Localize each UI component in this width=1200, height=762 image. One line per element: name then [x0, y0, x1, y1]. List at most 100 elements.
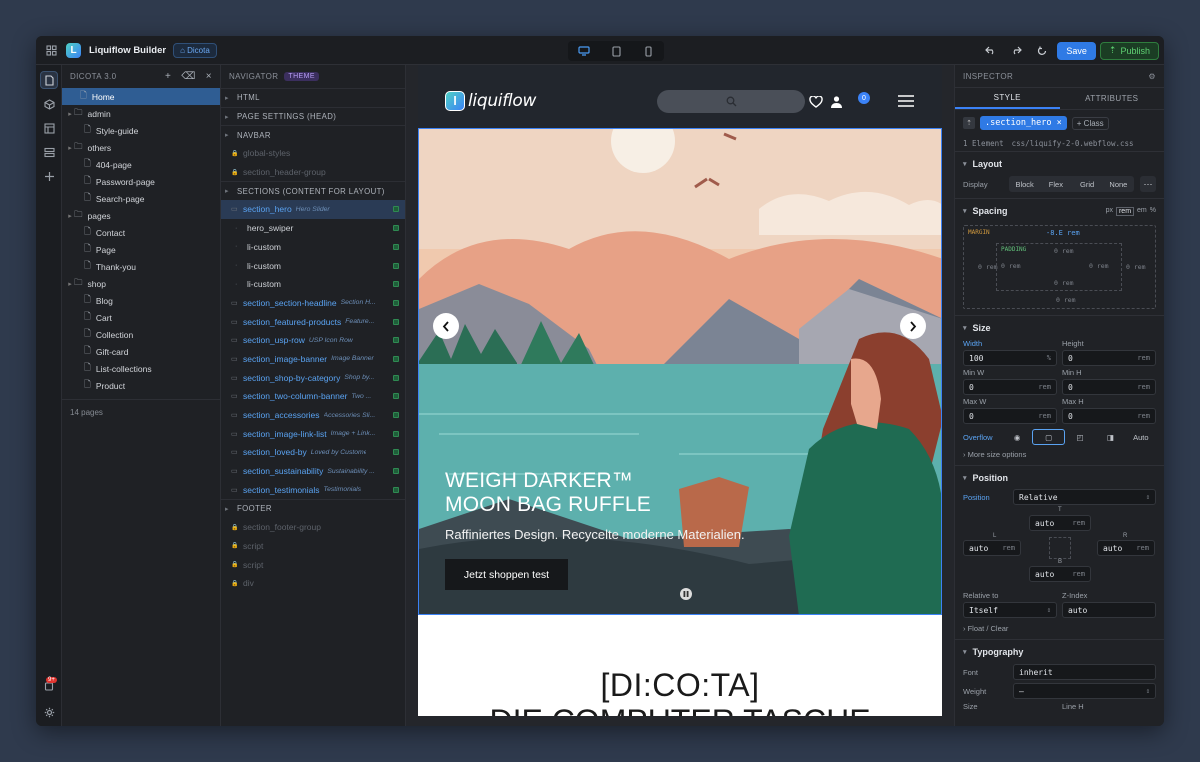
tree-dot-icon[interactable]: ·	[235, 243, 247, 250]
folder-item[interactable]: ▸ 🗀 pages	[62, 207, 220, 224]
typography-header[interactable]: ▾ Typography	[963, 644, 1156, 660]
offset-bottom-input[interactable]: auto rem	[1029, 566, 1091, 582]
hero-prev-button[interactable]	[433, 313, 459, 339]
navigator-row[interactable]: ▸ HTML	[221, 88, 405, 107]
navigator-row[interactable]: ▭ section_section-headline Section H...	[221, 294, 405, 313]
expand-caret-icon[interactable]: ▸	[66, 144, 74, 152]
overflow-visible-eye-icon[interactable]: ◉	[1002, 429, 1032, 445]
more-size-options-link[interactable]: › More size options	[963, 450, 1156, 459]
publish-button[interactable]: ⇡ Publish	[1099, 41, 1159, 60]
display-flex[interactable]: Flex	[1040, 176, 1071, 192]
lock-icon[interactable]: 🔒	[231, 561, 243, 568]
expand-caret-icon[interactable]: ▸	[225, 187, 237, 195]
collapse-icon[interactable]: ⌫	[181, 71, 196, 82]
navigator-row[interactable]: ▸ NAVBAR	[221, 125, 405, 144]
navigator-row[interactable]: · li-custom	[221, 256, 405, 275]
visibility-dot-icon[interactable]	[393, 412, 399, 419]
expand-caret-icon[interactable]: ▸	[225, 113, 237, 121]
visibility-dot-icon[interactable]	[393, 393, 399, 400]
navigator-row[interactable]: 🔒 section_header-group	[221, 163, 405, 182]
element-box-icon[interactable]: ▭	[231, 205, 243, 213]
mobile-view-icon[interactable]	[639, 44, 657, 58]
expand-caret-icon[interactable]: ▸	[225, 131, 237, 139]
navigator-row[interactable]: · li-custom	[221, 238, 405, 257]
offset-bottom-unit[interactable]: rem	[1072, 570, 1085, 578]
position-header[interactable]: ▾ Position	[963, 470, 1156, 486]
page-item[interactable]: 🗋 Blog	[62, 292, 220, 309]
z-index-input[interactable]: auto	[1062, 602, 1156, 618]
relative-to-select[interactable]: Itself ⇕	[963, 602, 1057, 618]
tree-dot-icon[interactable]: ·	[235, 225, 247, 232]
weight-select[interactable]: — ⇕	[1013, 683, 1156, 699]
max-height-unit[interactable]: rem	[1137, 412, 1150, 420]
navigator-row[interactable]: ▸ FOOTER	[221, 499, 405, 518]
margin-top-value[interactable]: -8.E rem	[1046, 229, 1080, 237]
element-box-icon[interactable]: ▭	[231, 486, 243, 494]
lock-icon[interactable]: 🔒	[231, 150, 243, 157]
spacing-header[interactable]: ▾ Spacing px rem em %	[963, 203, 1156, 219]
expand-caret-icon[interactable]: ▸	[225, 505, 237, 513]
visibility-dot-icon[interactable]	[393, 281, 399, 288]
offset-top-unit[interactable]: rem	[1072, 519, 1085, 527]
width-input[interactable]: 100%	[963, 350, 1057, 366]
navigator-row[interactable]: ▭ section_two-column-banner Two ...	[221, 387, 405, 406]
expand-caret-icon[interactable]: ▸	[66, 280, 74, 288]
unit-percent[interactable]: %	[1150, 207, 1156, 216]
overflow-hidden-icon[interactable]: ▢	[1032, 429, 1065, 445]
navigator-row[interactable]: 🔒 global-styles	[221, 144, 405, 163]
navigator-row[interactable]: · li-custom	[221, 275, 405, 294]
page-item[interactable]: 🗋 Thank-you	[62, 258, 220, 275]
page-item[interactable]: 🗋 Product	[62, 377, 220, 394]
tablet-view-icon[interactable]	[607, 44, 625, 58]
float-clear-link[interactable]: › Float / Clear	[963, 624, 1156, 633]
element-box-icon[interactable]: ▭	[231, 336, 243, 344]
page-item[interactable]: 🗋 Collection	[62, 326, 220, 343]
height-unit[interactable]: rem	[1137, 354, 1150, 362]
margin-right-value[interactable]: 0 rem	[1126, 263, 1146, 271]
site-logo[interactable]: l liquiflow	[445, 91, 536, 111]
parent-selector-icon[interactable]: ⇡	[963, 117, 975, 129]
slider-pause-icon[interactable]	[680, 588, 692, 600]
apps-grid-icon[interactable]	[38, 36, 64, 65]
unit-rem[interactable]: rem	[1115, 206, 1135, 216]
add-icon[interactable]	[40, 167, 58, 185]
folder-item[interactable]: ▸ 🗀 shop	[62, 275, 220, 292]
element-box-icon[interactable]: ▭	[231, 448, 243, 456]
min-height-input[interactable]: 0 rem	[1062, 379, 1156, 395]
element-box-icon[interactable]: ▭	[231, 299, 243, 307]
navigator-row[interactable]: ▸ SECTIONS (CONTENT FOR LAYOUT)	[221, 181, 405, 200]
padding-top-value[interactable]: 0 rem	[1054, 247, 1074, 255]
visibility-dot-icon[interactable]	[393, 243, 399, 250]
folder-item[interactable]: ▸ 🗀 admin	[62, 105, 220, 122]
close-icon[interactable]: ×	[206, 71, 212, 82]
hamburger-menu-icon[interactable]	[898, 95, 914, 107]
navigator-row[interactable]: ▸ PAGE SETTINGS (HEAD)	[221, 106, 405, 126]
navigator-row[interactable]: ▭ section_usp-row USP Icon Row	[221, 331, 405, 350]
min-width-unit[interactable]: rem	[1038, 383, 1051, 391]
visibility-dot-icon[interactable]	[393, 318, 399, 325]
lock-icon[interactable]: 🔒	[231, 580, 243, 587]
page-item[interactable]: 🗋 Home	[62, 88, 220, 105]
max-width-input[interactable]: 0 rem	[963, 408, 1057, 424]
hero-cta-button[interactable]: Jetzt shoppen test	[445, 559, 568, 590]
tab-attributes[interactable]: ATTRIBUTES	[1060, 88, 1165, 109]
navigator-row[interactable]: ▭ section_sustainability Sustainability ..…	[221, 462, 405, 481]
font-input[interactable]: inherit	[1013, 664, 1156, 680]
unit-em[interactable]: em	[1137, 207, 1147, 216]
navigator-row[interactable]: ▭ section_testimonials Testimonials	[221, 480, 405, 499]
navigator-row[interactable]: ▭ section_accessories Accessories Sli...	[221, 406, 405, 425]
inspector-settings-icon[interactable]: ⚙	[1148, 72, 1156, 81]
offset-right-input[interactable]: auto rem	[1097, 540, 1155, 556]
offset-left-unit[interactable]: rem	[1002, 544, 1015, 552]
tree-dot-icon[interactable]: ·	[235, 262, 247, 269]
navigator-row[interactable]: ▭ section_image-banner Image Banner	[221, 350, 405, 369]
settings-gear-icon[interactable]	[40, 703, 58, 721]
page-item[interactable]: 🗋 Cart	[62, 309, 220, 326]
wishlist-heart-icon[interactable]	[809, 96, 823, 108]
theme-badge[interactable]: THEME	[284, 72, 319, 81]
components-cube-icon[interactable]	[40, 95, 58, 113]
navigator-row[interactable]: 🔒 script	[221, 537, 405, 556]
page-item[interactable]: 🗋 Gift-card	[62, 343, 220, 360]
display-block[interactable]: Block	[1009, 176, 1040, 192]
page-item[interactable]: 🗋 List-collections	[62, 360, 220, 377]
